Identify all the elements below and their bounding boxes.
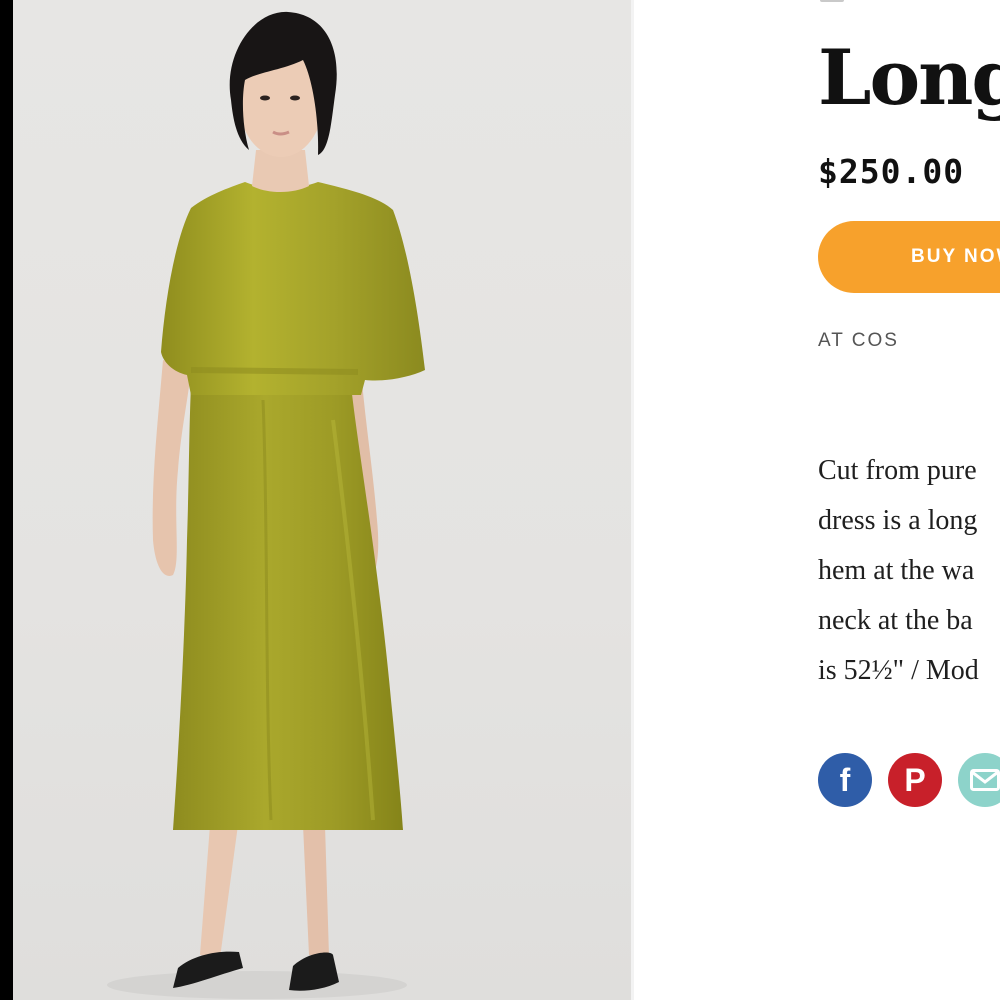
email-share-button[interactable] (958, 753, 1000, 807)
breadcrumb-fragment (820, 0, 844, 2)
description-line: Cut from pure (818, 455, 977, 486)
facebook-share-button[interactable]: f (818, 753, 872, 807)
description-line: dress is a long (818, 505, 978, 536)
pinterest-icon: P (904, 762, 926, 798)
description-line: neck at the ba (818, 605, 973, 636)
product-details-panel: Long $250.00 BUY NOW AT COS Cut from pur… (634, 0, 1000, 1000)
description-line: hem at the wa (818, 555, 975, 586)
product-photo (13, 0, 631, 1000)
email-icon (970, 769, 1000, 791)
description-line: is 52½" / Mod (818, 655, 979, 686)
pinterest-share-button[interactable]: P (888, 753, 942, 807)
product-description: Cut from pure dress is a long hem at the… (818, 446, 979, 696)
retailer-label: AT COS (818, 330, 899, 351)
buy-now-button[interactable]: BUY NOW (818, 221, 1000, 293)
facebook-icon: f (839, 762, 851, 798)
product-title: Long (818, 33, 1000, 122)
product-price: $250.00 (818, 152, 965, 191)
left-edge-bar (0, 0, 13, 1000)
product-page: Long $250.00 BUY NOW AT COS Cut from pur… (0, 0, 1000, 1000)
